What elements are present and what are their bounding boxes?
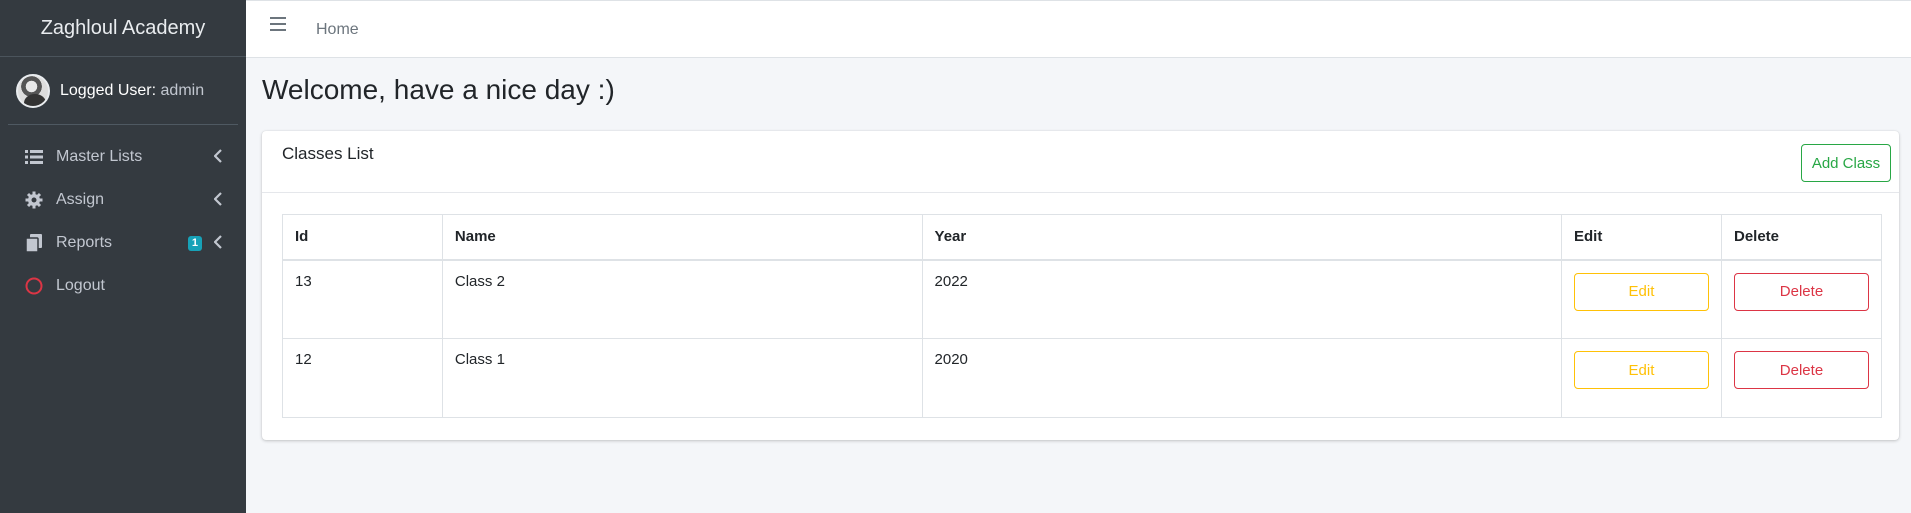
edit-button[interactable]: Edit	[1573, 351, 1709, 389]
user-panel: Logged User: admin	[8, 57, 238, 125]
chevron-left-icon	[214, 192, 222, 206]
user-info: Logged User: admin	[60, 82, 204, 100]
cell-delete: Delete	[1720, 259, 1883, 339]
menu-toggle-icon[interactable]	[270, 17, 286, 31]
gear-icon	[24, 190, 44, 210]
breadcrumb-home[interactable]: Home	[316, 21, 359, 39]
sidebar-item-reports[interactable]: Reports 1	[0, 221, 246, 264]
column-header-year: Year	[921, 214, 1562, 261]
sidebar-nav: Master Lists Assign Reports 1 Logout	[0, 135, 246, 307]
column-header-id: Id	[282, 214, 443, 261]
sidebar-item-label: Reports	[56, 233, 113, 251]
sidebar-item-label: Assign	[56, 190, 105, 208]
circle-icon	[24, 276, 44, 296]
cell-delete: Delete	[1720, 338, 1883, 418]
cell-edit: Edit	[1560, 338, 1722, 418]
sidebar: Zaghloul Academy Logged User: admin Mast…	[0, 0, 246, 513]
edit-button[interactable]: Edit	[1573, 272, 1709, 311]
chevron-left-icon	[214, 149, 222, 163]
delete-button[interactable]: Delete	[1733, 272, 1869, 311]
table-row: 13 Class 2 2022 Edit Delete	[282, 259, 1883, 339]
list-icon	[24, 147, 44, 167]
column-header-edit: Edit	[1560, 214, 1722, 261]
cell-id: 12	[282, 338, 443, 418]
reports-badge: 1	[187, 236, 202, 251]
classes-table: Id Name Year Edit Delete 13 Class 2 2022…	[282, 214, 1883, 418]
column-header-name: Name	[441, 214, 923, 261]
cell-year: 2022	[921, 259, 1562, 339]
user-name[interactable]: admin	[161, 82, 205, 99]
table-row: 12 Class 1 2020 Edit Delete	[282, 338, 1883, 418]
sidebar-item-logout[interactable]: Logout	[0, 264, 246, 307]
topbar: Home	[246, 0, 1911, 58]
cell-edit: Edit	[1560, 259, 1722, 339]
delete-button[interactable]: Delete	[1733, 351, 1869, 389]
cell-name: Class 1	[441, 338, 923, 418]
sidebar-item-label: Master Lists	[56, 147, 143, 165]
cell-id: 13	[282, 259, 443, 339]
sidebar-item-master-lists[interactable]: Master Lists	[0, 135, 246, 178]
main-content: Welcome, have a nice day :) Classes List…	[262, 58, 1899, 440]
add-class-button[interactable]: Add Class	[1801, 144, 1891, 182]
classes-table-wrap: Id Name Year Edit Delete 13 Class 2 2022…	[282, 214, 1883, 418]
card-title: Classes List	[282, 144, 374, 163]
classes-card: Classes List Add Class Id Name Year Edit…	[262, 131, 1899, 440]
cell-name: Class 2	[441, 259, 923, 339]
avatar	[16, 73, 50, 108]
cell-year: 2020	[921, 338, 1562, 418]
column-header-delete: Delete	[1720, 214, 1883, 261]
sidebar-item-assign[interactable]: Assign	[0, 178, 246, 221]
table-header-row: Id Name Year Edit Delete	[282, 214, 1883, 261]
copy-icon	[24, 233, 44, 253]
sidebar-item-label: Logout	[56, 276, 105, 294]
chevron-left-icon	[214, 235, 222, 249]
user-label: Logged User:	[60, 81, 157, 99]
card-header: Classes List Add Class	[262, 131, 1899, 193]
page-title: Welcome, have a nice day :)	[262, 74, 615, 105]
brand-title[interactable]: Zaghloul Academy	[0, 0, 246, 57]
